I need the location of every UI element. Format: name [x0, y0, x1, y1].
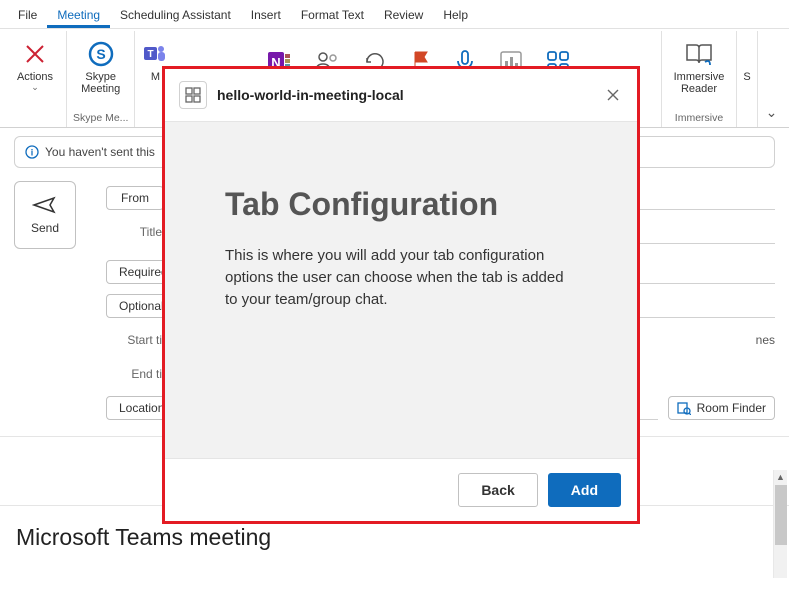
scrollbar-thumb[interactable] — [775, 485, 787, 545]
end-time-label: End ti — [106, 367, 166, 381]
info-icon: i — [25, 145, 39, 159]
skype-icon: S — [87, 37, 115, 71]
scroll-up-icon: ▲ — [774, 470, 787, 484]
menu-file[interactable]: File — [8, 4, 47, 28]
send-button[interactable]: Send — [14, 181, 76, 249]
room-finder-button[interactable]: Room Finder — [668, 396, 775, 420]
actions-button[interactable]: Actions ⌄ — [10, 37, 60, 93]
tab-config-dialog: hello-world-in-meeting-local Tab Configu… — [162, 66, 640, 524]
ribbon-collapse[interactable]: ⌄ — [757, 31, 785, 127]
title-label: Title — [106, 225, 166, 239]
room-finder-icon — [677, 401, 691, 415]
skype-meeting-button[interactable]: S Skype Meeting — [76, 37, 126, 95]
menu-scheduling-assistant[interactable]: Scheduling Assistant — [110, 4, 241, 28]
vertical-scrollbar[interactable]: ▲ — [773, 470, 787, 578]
ribbon-group-skype: S Skype Meeting Skype Me... — [67, 31, 135, 127]
close-button[interactable] — [603, 85, 623, 105]
body-title: Microsoft Teams meeting — [0, 520, 789, 551]
svg-text:S: S — [96, 46, 105, 62]
svg-text:T: T — [148, 49, 154, 60]
send-icon — [32, 195, 58, 215]
immersive-reader-button[interactable]: Immersive Reader — [668, 37, 730, 95]
info-text: You haven't sent this — [45, 145, 155, 159]
menubar: File Meeting Scheduling Assistant Insert… — [0, 0, 789, 28]
ribbon-group-immersive: Immersive Reader Immersive — [662, 31, 737, 127]
timezone-suffix: nes — [756, 333, 775, 347]
close-icon — [607, 89, 619, 101]
chevron-down-icon: ⌄ — [758, 104, 785, 127]
ribbon-group-overflow: S — [737, 31, 757, 127]
app-icon — [179, 81, 207, 109]
immersive-reader-icon — [684, 37, 714, 71]
add-button[interactable]: Add — [548, 473, 621, 507]
dialog-header: hello-world-in-meeting-local — [165, 69, 637, 122]
x-icon — [24, 37, 46, 71]
dialog-footer: Back Add — [165, 458, 637, 521]
from-button[interactable]: From — [106, 186, 164, 210]
menu-meeting[interactable]: Meeting — [47, 4, 110, 28]
back-button[interactable]: Back — [458, 473, 537, 507]
dialog-heading: Tab Configuration — [225, 186, 577, 223]
start-time-label: Start ti — [106, 333, 166, 347]
dialog-title: hello-world-in-meeting-local — [217, 87, 404, 103]
menu-review[interactable]: Review — [374, 4, 433, 28]
dialog-description: This is where you will add your tab conf… — [225, 245, 565, 310]
svg-text:i: i — [31, 148, 34, 158]
ribbon-group-actions: Actions ⌄ — [4, 31, 67, 127]
menu-help[interactable]: Help — [433, 4, 478, 28]
overflow-button[interactable]: S — [738, 37, 756, 83]
menu-format-text[interactable]: Format Text — [291, 4, 374, 28]
dialog-body: Tab Configuration This is where you will… — [165, 122, 637, 458]
menu-insert[interactable]: Insert — [241, 4, 291, 28]
